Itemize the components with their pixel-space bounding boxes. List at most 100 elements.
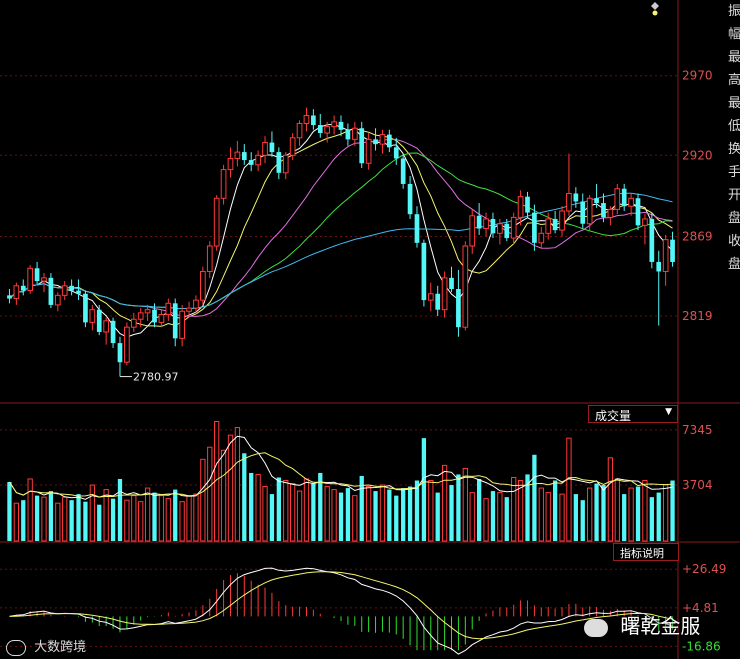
candle-body xyxy=(338,121,344,130)
volume-bar xyxy=(324,486,330,542)
volume-ma10-line xyxy=(9,452,673,498)
candle-body xyxy=(117,343,123,363)
volume-bar xyxy=(435,492,440,541)
candle-body xyxy=(635,198,641,226)
candle-body xyxy=(220,169,227,199)
candle-body xyxy=(137,312,144,320)
indicator-description-button[interactable]: 指标说明 xyxy=(613,543,679,561)
candle-body xyxy=(289,137,296,156)
volume-bar xyxy=(504,497,509,541)
volume-bar xyxy=(614,478,620,542)
volume-bar xyxy=(331,489,337,542)
candle-body xyxy=(497,223,503,234)
candle-body xyxy=(103,320,110,333)
volume-bar xyxy=(296,490,303,542)
volume-bar xyxy=(103,489,109,542)
macd-dif-line xyxy=(9,567,673,655)
volume-bar xyxy=(186,495,192,542)
candle-body xyxy=(255,154,261,166)
volume-bar xyxy=(656,492,661,541)
volume-bar xyxy=(628,487,634,542)
candle-body xyxy=(559,210,565,231)
volume-bar xyxy=(662,484,669,542)
side-info-column: 振幅最高最低换手开盘收盘 xyxy=(728,4,740,272)
volume-bar xyxy=(407,486,413,541)
volume-bar xyxy=(69,500,74,541)
candle-body xyxy=(7,295,12,299)
candle-body xyxy=(41,277,47,282)
watermark-logo-icon xyxy=(6,639,26,656)
candle-body xyxy=(345,129,351,140)
volume-bar xyxy=(601,485,606,541)
volume-bar xyxy=(165,498,171,542)
candle-body xyxy=(504,223,510,239)
ma30-line xyxy=(9,152,673,309)
volume-bar xyxy=(517,480,524,542)
candle-body xyxy=(317,125,323,134)
volume-bar xyxy=(338,492,344,541)
volume-bar xyxy=(131,495,137,542)
candle-body xyxy=(269,142,275,153)
candle-body xyxy=(538,232,545,244)
volume-indicator-button[interactable]: 成交量 ▼ xyxy=(588,405,678,423)
candle-body xyxy=(407,183,413,215)
volume-bar xyxy=(34,495,40,541)
candle-body xyxy=(427,293,434,301)
volume-bar xyxy=(269,494,275,541)
ma5-line xyxy=(9,123,673,338)
volume-bar xyxy=(552,480,558,541)
candle-body xyxy=(449,277,454,289)
price-tick-label: 2819 xyxy=(682,309,713,323)
candle-body xyxy=(414,214,420,243)
volume-bar xyxy=(83,501,88,541)
price-tick-label: 2970 xyxy=(682,69,713,83)
volume-bar xyxy=(13,502,20,542)
candle-body xyxy=(393,147,399,159)
candle-body xyxy=(456,288,461,328)
candle-body xyxy=(601,203,606,218)
ma20-line xyxy=(9,138,673,317)
volume-bar xyxy=(456,474,461,541)
candle-body xyxy=(89,309,96,323)
volume-bar xyxy=(538,487,544,542)
volume-bar xyxy=(469,492,475,542)
volume-bar xyxy=(7,482,12,541)
volume-bar xyxy=(573,494,578,541)
low-annotation-label: 2780.97 xyxy=(133,371,179,384)
candle-body xyxy=(206,245,213,272)
volume-bar xyxy=(55,502,61,542)
candle-body xyxy=(144,309,151,314)
volume-bar xyxy=(242,453,247,541)
watermark-right: 曙乾金服 xyxy=(584,610,700,639)
volume-bar xyxy=(642,480,648,542)
candle-body xyxy=(303,115,310,124)
volume-bar xyxy=(594,483,599,541)
candle-body xyxy=(165,302,172,315)
volume-bar xyxy=(490,491,496,541)
candle-body xyxy=(61,285,68,296)
volume-bar xyxy=(428,480,434,542)
volume-bar xyxy=(373,491,378,541)
candle-body xyxy=(365,138,372,164)
candle-body xyxy=(462,245,469,328)
candle-body xyxy=(324,126,331,134)
candle-body xyxy=(387,134,392,148)
volume-bar xyxy=(511,476,517,542)
candle-body xyxy=(96,309,102,332)
volume-bar xyxy=(48,491,54,541)
candle-body xyxy=(359,128,365,164)
candle-body xyxy=(200,270,206,301)
indicator-label: 指标说明 xyxy=(620,547,664,560)
dropdown-triangle-icon[interactable]: ▼ xyxy=(665,407,672,417)
volume-bar xyxy=(262,486,268,542)
volume-bar xyxy=(365,486,372,542)
volume-bar xyxy=(497,492,503,542)
candle-body xyxy=(594,198,599,204)
volume-bar xyxy=(387,489,392,541)
volume-bar xyxy=(345,488,351,541)
volume-bar xyxy=(318,472,323,541)
volume-ma5-line xyxy=(9,435,673,500)
candle-body xyxy=(83,293,88,323)
candle-body xyxy=(662,239,669,272)
volume-bar xyxy=(138,501,144,542)
